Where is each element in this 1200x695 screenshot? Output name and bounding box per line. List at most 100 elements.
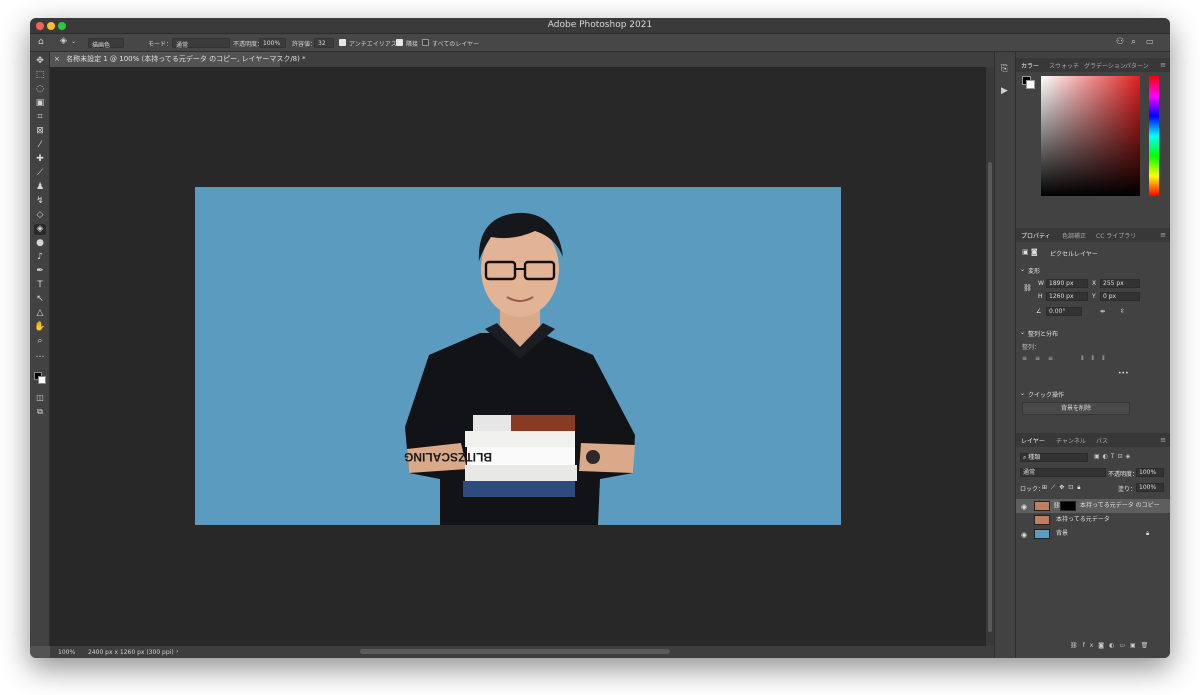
all-layers-checkbox[interactable]: [422, 39, 429, 46]
layers-panel-menu-icon[interactable]: ≡: [1160, 436, 1166, 444]
object-selection-tool-icon[interactable]: ▣: [34, 98, 46, 109]
vertical-scroll-thumb[interactable]: [988, 162, 992, 632]
more-align-options-icon[interactable]: •••: [1118, 370, 1129, 377]
flip-horizontal-icon[interactable]: ⇹: [1100, 308, 1105, 315]
layer-mask-thumbnail[interactable]: [1060, 501, 1076, 511]
quick-actions-chevron-icon[interactable]: ⌄: [1020, 390, 1025, 397]
layer-filter-icons[interactable]: ▣◐T⊡◈: [1094, 453, 1133, 460]
frame-tool-icon[interactable]: ⊠: [34, 126, 46, 137]
layer-actions-bar[interactable]: ⛓fx◙◐▭▣🗑︎: [1070, 642, 1153, 649]
document-tab[interactable]: × 名称未設定 1 @ 100% (本持ってる元データ のコピー, レイヤーマス…: [50, 52, 306, 67]
preset-chevron-down-icon[interactable]: ⌄: [71, 38, 76, 45]
hue-slider[interactable]: [1149, 76, 1159, 196]
tab-paths[interactable]: パス: [1096, 436, 1108, 445]
window-title: Adobe Photoshop 2021: [547, 20, 653, 30]
layer-row[interactable]: 本持ってる元データ: [1016, 513, 1170, 527]
y-field[interactable]: 0 px: [1100, 292, 1140, 301]
pixel-layer-icon: ▣ ◙: [1022, 248, 1038, 256]
canvas-vertical-scrollbar[interactable]: [986, 67, 994, 646]
home-icon[interactable]: ⌂: [38, 37, 44, 47]
actions-panel-icon[interactable]: ▶: [1001, 86, 1008, 96]
angle-field[interactable]: 0.00°: [1046, 307, 1082, 316]
tab-adjustments[interactable]: 色調補正: [1062, 231, 1086, 240]
hand-tool-icon[interactable]: ✋: [34, 322, 46, 333]
fill-field[interactable]: 100%: [1136, 483, 1164, 492]
layer-thumbnail: [1034, 529, 1050, 539]
align-buttons-right[interactable]: ⫴⫴⫴: [1081, 355, 1113, 363]
flip-vertical-icon[interactable]: ⇳: [1120, 308, 1125, 315]
tab-gradients[interactable]: グラデーション: [1084, 61, 1126, 70]
history-brush-tool-icon[interactable]: ↯: [34, 196, 46, 207]
paint-bucket-icon[interactable]: ◈: [60, 36, 67, 46]
marquee-tool-icon[interactable]: ⬚: [34, 70, 46, 81]
eyedropper-tool-icon[interactable]: ⁄: [34, 140, 46, 151]
lock-icons[interactable]: ⊞⟋✥⊡🔒︎: [1042, 484, 1084, 492]
properties-panel-menu-icon[interactable]: ≡: [1160, 231, 1166, 239]
mode-select[interactable]: 通常: [172, 38, 230, 49]
workspace-icon[interactable]: ▭: [1146, 37, 1154, 46]
crop-tool-icon[interactable]: ⌗: [34, 112, 46, 123]
lock-icon: 🔒︎: [1146, 530, 1150, 537]
tolerance-field[interactable]: 32: [314, 38, 334, 48]
paint-bucket-tool-icon[interactable]: ◈: [34, 224, 46, 235]
clone-stamp-tool-icon[interactable]: ♟: [34, 182, 46, 193]
eraser-tool-icon[interactable]: ◇: [34, 210, 46, 221]
color-field[interactable]: [1041, 76, 1140, 196]
zoom-level[interactable]: 100%: [58, 649, 75, 656]
link-dimensions-icon[interactable]: ⛓: [1023, 284, 1032, 292]
healing-brush-tool-icon[interactable]: ✚: [34, 154, 46, 165]
opacity-field[interactable]: 100%: [259, 38, 286, 48]
quick-mask-icon[interactable]: ◫: [34, 392, 46, 403]
height-field[interactable]: 1260 px: [1046, 292, 1088, 301]
tab-close-icon[interactable]: ×: [54, 55, 60, 63]
lasso-tool-icon[interactable]: ◌: [34, 84, 46, 95]
tab-properties[interactable]: プロパティ: [1021, 231, 1051, 240]
status-menu-arrow[interactable]: ›: [176, 648, 178, 655]
tab-layers[interactable]: レイヤー: [1021, 436, 1045, 445]
blur-tool-icon[interactable]: ●: [34, 238, 46, 249]
background-color-swatch[interactable]: [38, 376, 46, 384]
more-tools-icon[interactable]: …: [34, 350, 46, 361]
photoshop-window: Adobe Photoshop 2021 ⌂ ◈ ⌄ 描画色 モード： 通常 不…: [30, 18, 1170, 658]
visibility-eye-icon[interactable]: ◉: [1021, 528, 1027, 542]
width-field[interactable]: 1890 px: [1046, 279, 1088, 288]
contiguous-label: 隣接: [406, 41, 419, 48]
pen-tool-icon[interactable]: ✒: [34, 266, 46, 277]
tab-channels[interactable]: チャンネル: [1056, 436, 1086, 445]
layer-filter-select[interactable]: ⌕ 種類: [1020, 453, 1088, 462]
history-panel-icon[interactable]: ⎘: [1001, 64, 1008, 74]
shape-tool-icon[interactable]: △: [34, 308, 46, 319]
move-tool-icon[interactable]: ✥: [34, 56, 46, 67]
layer-opacity-field[interactable]: 100%: [1136, 468, 1164, 477]
document-canvas[interactable]: BLITZSCALING: [195, 187, 841, 525]
align-chevron-icon[interactable]: ⌄: [1020, 329, 1025, 336]
dodge-tool-icon[interactable]: ♪: [34, 252, 46, 263]
tab-cc-libraries[interactable]: CC ライブラリ: [1096, 231, 1136, 240]
align-buttons-left[interactable]: ≡≡≡: [1022, 355, 1061, 362]
blend-mode-select[interactable]: 通常: [1020, 468, 1106, 477]
panel-background-swatch[interactable]: [1026, 80, 1035, 89]
canvas-workspace[interactable]: BLITZSCALING: [50, 67, 986, 646]
share-icon[interactable]: ⚇: [1116, 37, 1124, 47]
layer-row[interactable]: ◉ ⛓ 本持ってる元データ のコピー: [1016, 499, 1170, 513]
color-panel-menu-icon[interactable]: ≡: [1160, 61, 1166, 69]
visibility-eye-icon[interactable]: ◉: [1021, 500, 1027, 514]
x-field[interactable]: 255 px: [1100, 279, 1140, 288]
transform-chevron-icon[interactable]: ⌄: [1020, 266, 1025, 273]
tolerance-value: 32: [318, 40, 326, 47]
antialias-checkbox[interactable]: [339, 39, 346, 46]
tab-swatches[interactable]: スウォッチ: [1049, 61, 1079, 70]
tab-color[interactable]: カラー: [1021, 61, 1039, 70]
horizontal-scroll-thumb[interactable]: [360, 649, 670, 654]
tab-patterns[interactable]: パターン: [1125, 61, 1149, 70]
path-selection-tool-icon[interactable]: ↖: [34, 294, 46, 305]
brush-tool-icon[interactable]: ⟋: [34, 168, 46, 179]
screen-mode-icon[interactable]: ⧉: [34, 406, 46, 417]
remove-background-button[interactable]: 背景を削除: [1022, 402, 1130, 415]
layer-row[interactable]: ◉ 背景 🔒︎: [1016, 527, 1170, 541]
search-icon[interactable]: ⌕: [1131, 37, 1136, 47]
type-tool-icon[interactable]: T: [34, 280, 46, 291]
contiguous-checkbox[interactable]: [396, 39, 403, 46]
zoom-tool-icon[interactable]: ⌕: [34, 336, 46, 347]
fill-source-select[interactable]: 描画色: [88, 38, 124, 49]
